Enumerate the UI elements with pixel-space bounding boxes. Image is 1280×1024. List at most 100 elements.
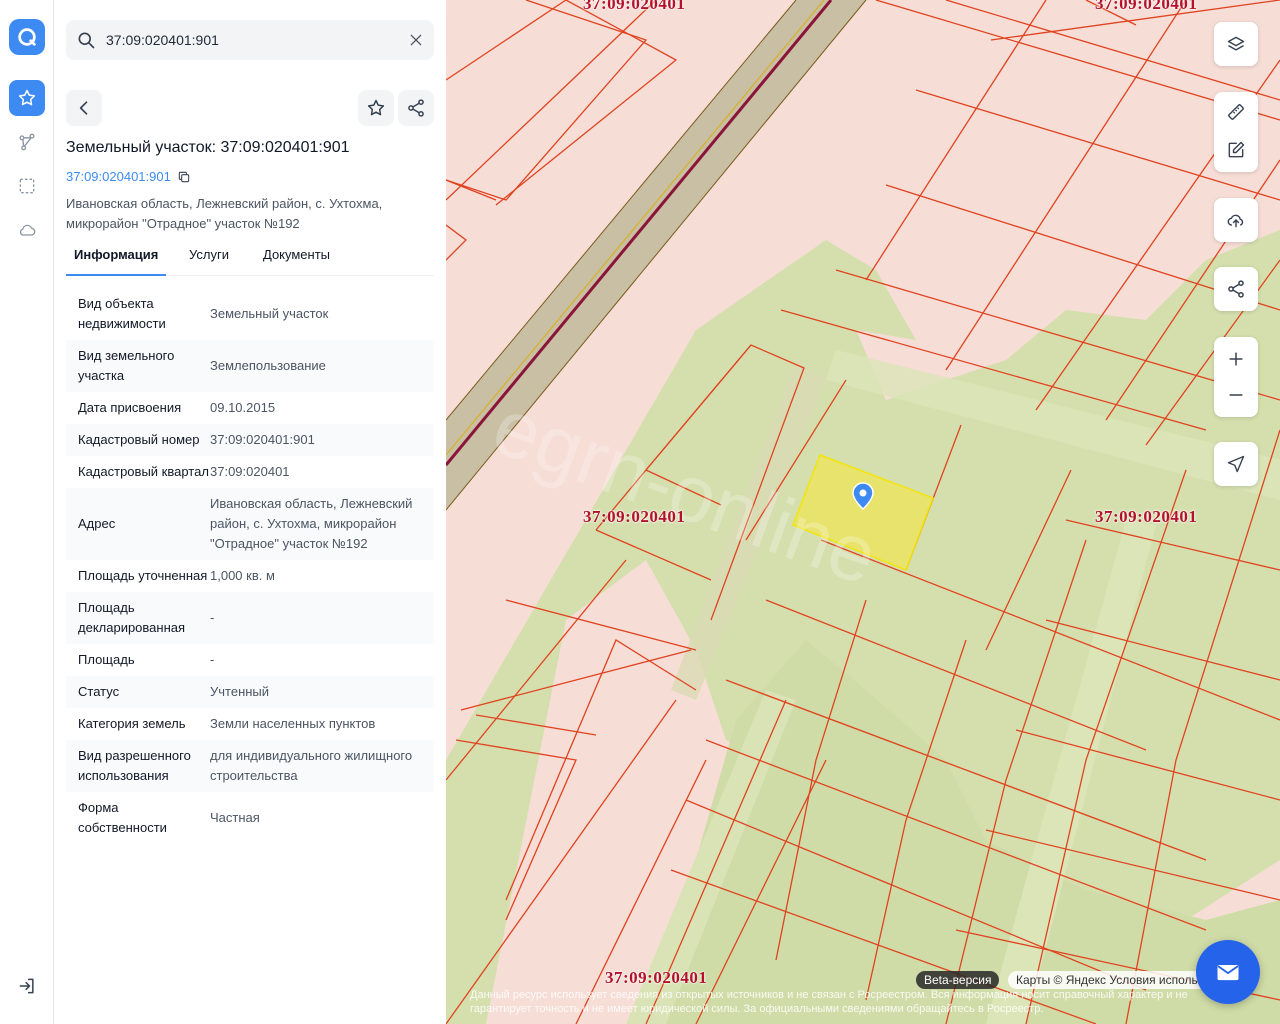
- share-button[interactable]: [398, 90, 434, 126]
- search-icon: [78, 32, 95, 49]
- search-input[interactable]: [106, 20, 396, 60]
- zoom-group: [1214, 337, 1258, 417]
- map-disclaimer: Данный ресурс использует сведения из отк…: [470, 989, 1188, 1015]
- info-row: Вид разрешенного использования для индиви…: [66, 740, 434, 792]
- navigation-arrow-icon: [1227, 455, 1245, 473]
- info-row-label: Статус: [78, 684, 120, 699]
- app-logo[interactable]: [9, 19, 45, 55]
- info-row-label: Кадастровый номер: [78, 432, 200, 447]
- route-button[interactable]: [9, 124, 45, 160]
- info-row: Площадь уточненная 1,000 кв. м: [66, 560, 434, 592]
- info-row-value: -: [210, 652, 215, 667]
- details-panel: Земельный участок: 37:09:020401:901 37:0…: [54, 0, 446, 1024]
- address-line-1: Ивановская область, Лежневский район, с.…: [66, 196, 383, 211]
- back-button[interactable]: [66, 90, 102, 126]
- info-row-label: Кадастровый квартал: [78, 464, 209, 479]
- app-root: Земельный участок: 37:09:020401:901 37:0…: [0, 0, 1280, 1024]
- info-row: Статус Учтенный: [66, 676, 434, 708]
- quarter-label: 37:09:020401: [583, 507, 686, 526]
- address-line-2: микрорайон "Отрадное" участок №192: [66, 216, 300, 231]
- info-row-label: Вид разрешенного использования: [78, 748, 191, 783]
- tab-information[interactable]: Информация: [66, 240, 167, 276]
- star-icon: [367, 99, 385, 116]
- cloud-upload-icon: [1227, 214, 1244, 228]
- route-icon: [19, 133, 35, 151]
- info-row-value: Земли населенных пунктов: [210, 716, 376, 731]
- info-row: Вид объекта недвижимости Земельный участо…: [66, 288, 434, 340]
- quarter-label: 37:09:020401: [583, 0, 686, 13]
- info-row-value: Земельный участок: [210, 306, 329, 321]
- tab-services[interactable]: Услуги: [181, 240, 237, 276]
- favorites-button[interactable]: [9, 80, 45, 116]
- info-row: Форма собственности Частная: [66, 792, 434, 844]
- info-row-value: Землепользование: [210, 358, 326, 373]
- map-share-button[interactable]: [1214, 267, 1258, 311]
- info-row: Категория земель Земли населенных пунктов: [66, 708, 434, 740]
- cadastral-number-link[interactable]: 37:09:020401:901: [66, 169, 191, 184]
- beta-badge: Beta-версия: [916, 971, 1000, 989]
- info-row-label: Площадь уточненная: [78, 568, 208, 583]
- info-row-label: Площадь: [78, 652, 135, 667]
- upload-button[interactable]: [1214, 198, 1258, 242]
- login-button[interactable]: [9, 968, 45, 1004]
- quarter-label: 37:09:020401: [1095, 507, 1198, 526]
- plus-icon: [1229, 352, 1243, 366]
- select-area-button[interactable]: [9, 168, 45, 204]
- zoom-in-button[interactable]: [1214, 339, 1258, 379]
- logo-icon: [18, 28, 36, 46]
- info-row-value: -: [210, 610, 215, 625]
- star-icon: [18, 89, 36, 106]
- info-row-label: Вид объекта недвижимости: [78, 296, 166, 331]
- info-row-value: 37:09:020401:901: [210, 432, 315, 447]
- quarter-label: 37:09:020401: [605, 968, 708, 987]
- object-address: Ивановская область, Лежневский район, с.…: [66, 194, 436, 234]
- tab-documents[interactable]: Документы: [255, 240, 338, 276]
- info-row-label: Площадь декларированная: [78, 600, 186, 635]
- tabs-bar: Информация Услуги Документы: [66, 240, 434, 276]
- minus-icon: [1229, 394, 1243, 396]
- info-table: Вид объекта недвижимости Земельный участо…: [66, 288, 434, 844]
- ruler-button[interactable]: [1214, 92, 1258, 132]
- quarter-label: 37:09:020401: [1095, 0, 1198, 13]
- info-row: Адрес Ивановская область, Лежневский райо…: [66, 488, 434, 560]
- info-row: Площадь декларированная -: [66, 592, 434, 644]
- info-row-label: Категория земель: [78, 716, 186, 731]
- share-icon: [1228, 280, 1244, 298]
- edit-button[interactable]: [1214, 130, 1258, 170]
- info-row-label: Вид земельного участка: [78, 348, 175, 383]
- info-row: Вид земельного участка Землепользование: [66, 340, 434, 392]
- login-icon: [19, 978, 34, 994]
- zoom-out-button[interactable]: [1214, 375, 1258, 415]
- share-icon: [408, 99, 424, 117]
- info-row-value: Ивановская область, Лежневский район, с.…: [210, 496, 413, 551]
- info-row: Дата присвоения 09.10.2015: [66, 392, 434, 424]
- info-row: Кадастровый квартал 37:09:020401: [66, 456, 434, 488]
- cadastral-map[interactable]: egrn-online 37:09:020401 37:09:020401 37…: [446, 0, 1280, 1024]
- info-row-label: Дата присвоения: [78, 400, 182, 415]
- cloud-icon: [19, 224, 36, 236]
- edit-icon: [1228, 141, 1245, 158]
- info-row-value: Частная: [210, 810, 260, 825]
- info-row-value: 37:09:020401: [210, 464, 290, 479]
- close-icon[interactable]: [408, 32, 424, 48]
- left-rail: [0, 0, 54, 1024]
- info-row-value: Учтенный: [210, 684, 270, 699]
- layers-icon: [1227, 36, 1245, 51]
- info-row-label: Форма собственности: [78, 800, 167, 835]
- search-bar: [66, 20, 434, 60]
- copy-icon[interactable]: [177, 170, 191, 184]
- favorite-button[interactable]: [358, 90, 394, 126]
- info-row-value: 1,000 кв. м: [210, 568, 275, 583]
- cadastral-number-text[interactable]: 37:09:020401:901: [66, 169, 171, 184]
- info-row-value: 09.10.2015: [210, 400, 276, 415]
- geolocation-button[interactable]: [1214, 442, 1258, 486]
- layers-button[interactable]: [1214, 22, 1258, 66]
- cloud-button[interactable]: [9, 212, 45, 248]
- info-row-value: для индивидуального жилищного строительс…: [210, 748, 413, 783]
- object-title: Земельный участок: 37:09:020401:901: [66, 139, 350, 156]
- tools-group: [1214, 92, 1258, 172]
- info-row: Кадастровый номер 37:09:020401:901: [66, 424, 434, 456]
- chevron-left-icon: [79, 101, 88, 115]
- contact-mail-button[interactable]: [1196, 940, 1260, 1004]
- info-row-label: Адрес: [78, 516, 116, 531]
